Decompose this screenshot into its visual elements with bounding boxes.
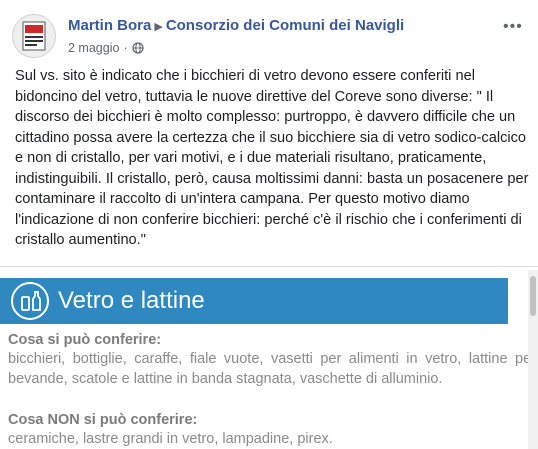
globe-icon[interactable] <box>131 42 144 54</box>
banner: Vetro e lattine <box>0 278 508 324</box>
avatar-image <box>13 15 55 57</box>
attached-image[interactable]: Vetro e lattine Cosa si può conferire: b… <box>0 270 538 449</box>
caret-right-icon: ▶ <box>154 21 163 33</box>
scrollbar-thumb[interactable] <box>530 276 536 316</box>
glass-bottle-icon <box>11 282 49 320</box>
allowed-heading: Cosa si può conferire: <box>8 332 162 348</box>
post-text: Sul vs. sito è indicato che i bicchieri … <box>15 68 529 248</box>
post-meta: 2 maggio · <box>68 41 144 55</box>
group-link[interactable]: Consorzio dei Comuni dei Navigli <box>166 17 404 34</box>
scrollbar[interactable] <box>528 270 538 449</box>
avatar[interactable] <box>12 14 56 58</box>
separator-dot: · <box>123 41 128 55</box>
divider <box>0 266 538 267</box>
not-allowed-text: ceramiche, lastre grandi in vetro, lampa… <box>8 431 333 447</box>
more-options-icon[interactable]: ••• <box>503 18 523 36</box>
allowed-text: bicchieri, bottiglie, caraffe, fiale vuo… <box>8 351 536 387</box>
banner-title: Vetro e lattine <box>58 287 205 314</box>
post-date[interactable]: 2 maggio <box>68 41 119 55</box>
not-allowed-heading: Cosa NON si può conferire: <box>8 412 198 428</box>
post-header: Martin Bora ▶ Consorzio dei Comuni dei Nav… <box>68 17 404 34</box>
author-link[interactable]: Martin Bora <box>68 17 151 34</box>
